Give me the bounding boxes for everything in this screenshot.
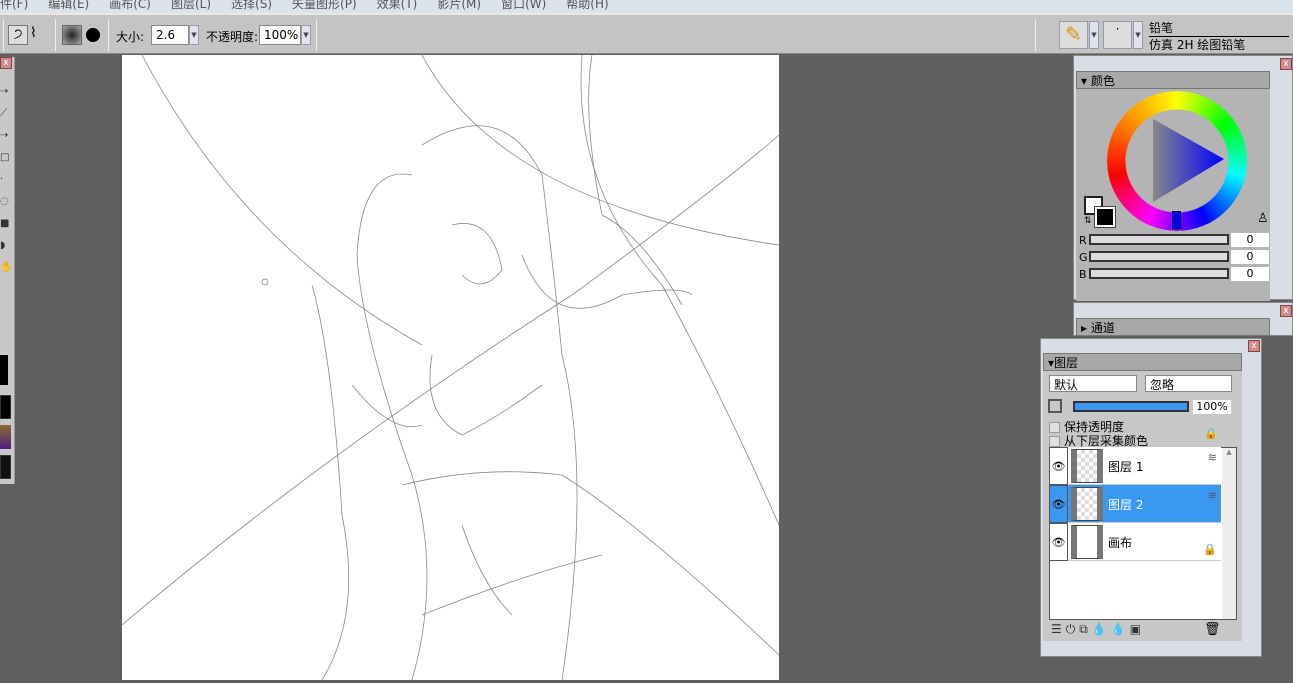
soft-brush-icon[interactable] bbox=[62, 25, 82, 45]
menu-layers[interactable]: 图层(L) bbox=[171, 0, 211, 11]
gradient-selector[interactable] bbox=[0, 455, 11, 479]
layer-actions: ☰⏻⧉💧💧▣ bbox=[1051, 622, 1145, 637]
swap-colors-icon[interactable]: ⇅ bbox=[1084, 216, 1092, 226]
color-panel-title: 颜色 bbox=[1090, 74, 1115, 88]
channel-g-label: G bbox=[1079, 251, 1088, 264]
layer-commands-icon[interactable]: ☰ bbox=[1051, 622, 1066, 636]
b-value[interactable]: 0 bbox=[1231, 267, 1269, 281]
channels-panel: x ▸ 通道 bbox=[1073, 302, 1293, 336]
layer-opacity-value[interactable]: 100% bbox=[1193, 400, 1231, 414]
variant-preview[interactable]: · bbox=[1103, 21, 1132, 49]
layer-thumbnail bbox=[1071, 449, 1103, 483]
hue-indicator[interactable] bbox=[1172, 211, 1181, 229]
menu-file[interactable]: 件(F) bbox=[0, 0, 28, 11]
pick-up-color-label: 从下层采集颜色 bbox=[1064, 434, 1149, 448]
size-input[interactable]: 2.6 bbox=[151, 25, 189, 45]
brush-variant-name: 仿真 2H 绘图铅笔 bbox=[1149, 38, 1246, 52]
visibility-eye-icon[interactable]: 👁 bbox=[1049, 447, 1068, 485]
toolbox-close-button[interactable]: x bbox=[0, 57, 12, 69]
layer-name: 图层 1 bbox=[1108, 460, 1144, 474]
primary-color-swatch[interactable] bbox=[1094, 206, 1116, 228]
opacity-label: 不透明度: bbox=[206, 30, 259, 44]
layer-row-1[interactable]: 👁 图层 1 ≋ bbox=[1049, 447, 1221, 485]
channel-b-label: B bbox=[1079, 268, 1087, 281]
brush-name: 铅笔 bbox=[1149, 19, 1289, 37]
layer-name: 画布 bbox=[1108, 536, 1133, 550]
channels-panel-header[interactable]: ▸ 通道 bbox=[1076, 318, 1270, 336]
layer-list-scrollbar[interactable]: ▲ bbox=[1222, 448, 1236, 619]
toolbox-tools[interactable]: ⇢ ⟋ ⇢ □ · ◌ ■ ◗ ✋ bbox=[0, 81, 14, 279]
size-dropdown[interactable]: ▼ bbox=[189, 25, 199, 45]
color-picker-icon[interactable]: ♙ bbox=[1257, 211, 1269, 226]
pencil-sketch bbox=[121, 54, 780, 681]
layer-opacity-slider[interactable] bbox=[1073, 401, 1189, 412]
straight-line-icon[interactable]: ⌇ bbox=[30, 25, 37, 41]
category-dropdown[interactable]: ▼ bbox=[1089, 21, 1099, 49]
lock-icon[interactable]: 🔒 bbox=[1204, 427, 1218, 440]
dynamic-plugins-icon[interactable]: ⏻ bbox=[1066, 622, 1080, 636]
channels-panel-title: 通道 bbox=[1090, 321, 1115, 335]
menu-movie[interactable]: 影片(M) bbox=[437, 0, 481, 11]
g-slider[interactable] bbox=[1089, 251, 1229, 262]
color-panel-header[interactable]: ▾ 颜色 bbox=[1076, 71, 1270, 89]
layer-stack-icon: ≋ bbox=[1207, 451, 1217, 464]
opacity-input[interactable]: 100% bbox=[259, 25, 301, 45]
opacity-dropdown[interactable]: ▼ bbox=[301, 25, 311, 45]
drawing-canvas[interactable] bbox=[121, 54, 780, 681]
delete-layer-icon[interactable]: 🗑 bbox=[1204, 622, 1221, 637]
menu-window[interactable]: 窗口(W) bbox=[501, 0, 546, 11]
menu-effects[interactable]: 效果(T) bbox=[377, 0, 418, 11]
layer-row-2[interactable]: 👁 图层 2 ≋ bbox=[1049, 485, 1221, 523]
color-panel-close-button[interactable]: x bbox=[1280, 58, 1292, 70]
r-value[interactable]: 0 bbox=[1231, 233, 1269, 247]
variant-dropdown[interactable]: ▼ bbox=[1133, 21, 1143, 49]
visibility-eye-icon[interactable]: 👁 bbox=[1049, 485, 1068, 523]
new-liquid-ink-layer-icon[interactable]: 💧 bbox=[1111, 622, 1130, 636]
main-color-swatch[interactable] bbox=[0, 355, 8, 385]
layer-stack-icon: ≋ bbox=[1207, 489, 1217, 502]
toolbox: x ⇢ ⟋ ⇢ □ · ◌ ■ ◗ ✋ bbox=[0, 57, 15, 484]
composite-select[interactable]: 忽略 bbox=[1145, 375, 1232, 392]
pencil-category-icon[interactable]: ✎ bbox=[1059, 21, 1088, 49]
menu-shapes[interactable]: 矢量图形(P) bbox=[292, 0, 357, 11]
b-slider[interactable] bbox=[1089, 268, 1229, 279]
layer-name: 图层 2 bbox=[1108, 498, 1144, 512]
channels-close-button[interactable]: x bbox=[1280, 305, 1292, 317]
hard-brush-icon[interactable] bbox=[86, 28, 100, 42]
menu-edit[interactable]: 编辑(E) bbox=[48, 0, 89, 11]
new-layer-icon[interactable]: ⧉ bbox=[1079, 622, 1092, 636]
menu-canvas[interactable]: 画布(C) bbox=[109, 0, 151, 11]
layer-row-canvas[interactable]: 👁 画布 🔒 bbox=[1049, 523, 1221, 561]
r-slider[interactable] bbox=[1089, 234, 1229, 245]
saturation-value-triangle[interactable] bbox=[1151, 117, 1226, 207]
new-watercolor-layer-icon[interactable]: 💧 bbox=[1092, 622, 1111, 636]
layers-close-button[interactable]: x bbox=[1248, 340, 1260, 352]
lock-icon: 🔒 bbox=[1203, 543, 1217, 556]
menu-help[interactable]: 帮助(H) bbox=[566, 0, 608, 11]
size-label: 大小: bbox=[116, 30, 145, 44]
pattern-selector[interactable] bbox=[0, 425, 11, 449]
freehand-stroke-icon[interactable]: ੭ bbox=[8, 25, 28, 45]
visibility-eye-icon[interactable]: 👁 bbox=[1049, 523, 1068, 561]
property-bar: ੭ ⌇ 大小: 2.6 ▼ 不透明度: 100% ▼ ✎ ▼ · ▼ 铅笔 仿真… bbox=[0, 13, 1293, 54]
blend-mode-select[interactable]: 默认 bbox=[1049, 375, 1137, 392]
channel-r-label: R bbox=[1079, 234, 1087, 247]
layer-thumbnail bbox=[1071, 487, 1103, 521]
menu-select[interactable]: 选择(S) bbox=[231, 0, 272, 11]
layer-thumbnail bbox=[1071, 525, 1103, 559]
paper-selector[interactable] bbox=[0, 395, 11, 419]
layers-panel-title: 图层 bbox=[1054, 356, 1079, 370]
layers-panel-header[interactable]: ▾图层 bbox=[1043, 353, 1242, 371]
layer-opacity-icon bbox=[1048, 399, 1062, 413]
layer-mask-icon[interactable]: ▣ bbox=[1130, 622, 1145, 636]
menu-bar: 件(F) 编辑(E) 画布(C) 图层(L) 选择(S) 矢量图形(P) 效果(T) 影片(M… bbox=[0, 0, 1293, 13]
g-value[interactable]: 0 bbox=[1231, 250, 1269, 264]
